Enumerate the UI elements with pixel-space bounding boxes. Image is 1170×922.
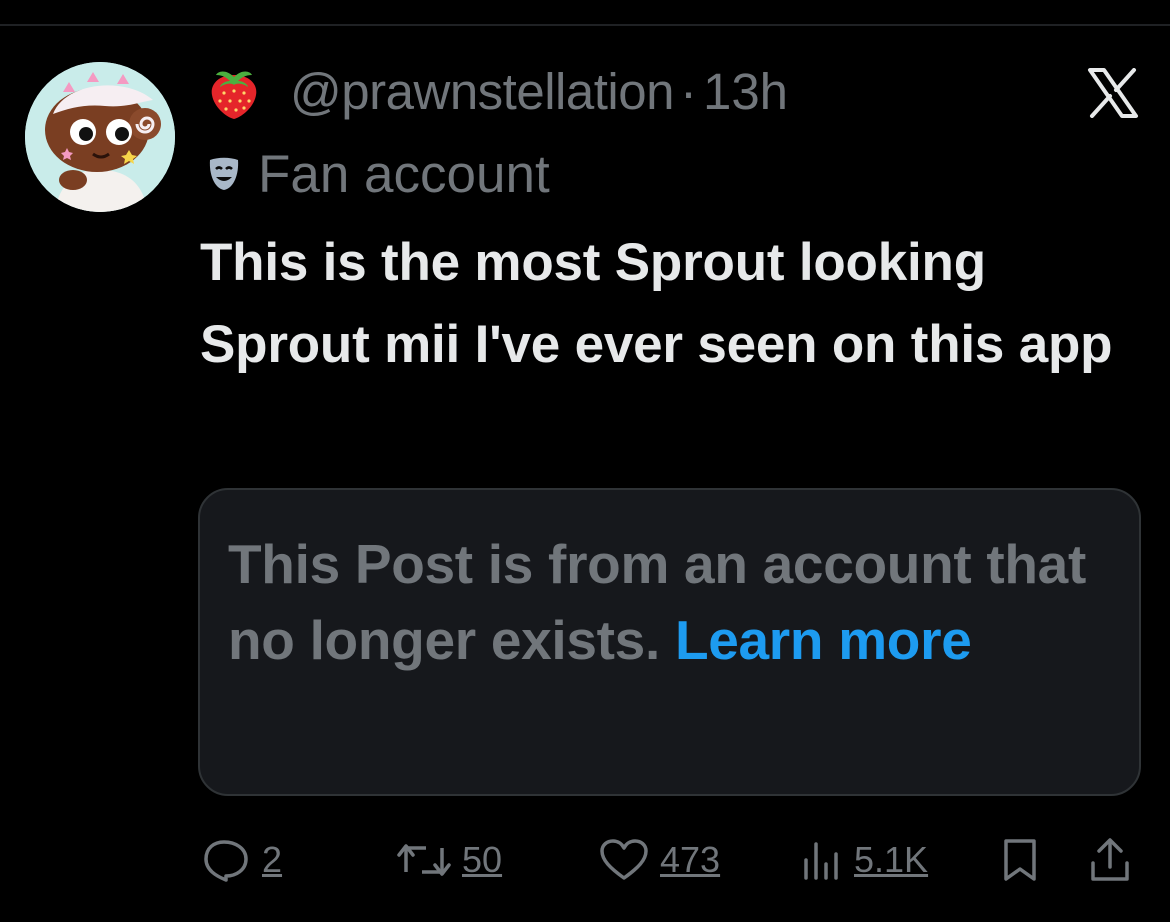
repost-icon	[396, 838, 452, 882]
learn-more-link[interactable]: Learn more	[675, 609, 972, 671]
theater-mask-icon	[204, 154, 244, 194]
avatar[interactable]	[25, 62, 175, 212]
account-label[interactable]: Fan account	[204, 142, 550, 206]
views-icon	[800, 838, 844, 882]
quoted-post-notice: This Post is from an account that no lon…	[228, 526, 1088, 678]
share-icon	[1088, 837, 1132, 883]
top-divider	[0, 24, 1170, 26]
post-header: @prawnstellation · 13h	[204, 56, 788, 126]
like-button[interactable]: 473	[598, 830, 720, 890]
views-count: 5.1K	[854, 839, 929, 880]
reply-count: 2	[262, 839, 283, 880]
repost-count: 50	[462, 839, 503, 880]
heart-icon	[598, 838, 650, 882]
post-time[interactable]: 13h	[703, 62, 788, 121]
like-count: 473	[660, 839, 721, 880]
views-button[interactable]: 5.1K	[800, 830, 928, 890]
reply-button[interactable]: 2	[202, 830, 282, 890]
bookmark-icon	[1000, 837, 1040, 883]
close-icon[interactable]	[1086, 68, 1140, 118]
avatar-illustration	[25, 62, 175, 212]
bookmark-button[interactable]	[1000, 830, 1040, 890]
quoted-post-card[interactable]: This Post is from an account that no lon…	[198, 488, 1141, 796]
strawberry-icon	[204, 61, 264, 121]
header-separator: ·	[679, 62, 697, 120]
repost-button[interactable]: 50	[396, 830, 502, 890]
account-label-text: Fan account	[258, 144, 550, 204]
action-bar: 2 50 473 5.1K	[0, 830, 1170, 890]
post-text: This is the most Sprout looking Sprout m…	[200, 233, 1113, 374]
reply-icon	[202, 838, 252, 882]
author-handle[interactable]: @prawnstellation	[290, 62, 674, 121]
share-button[interactable]	[1088, 830, 1132, 890]
